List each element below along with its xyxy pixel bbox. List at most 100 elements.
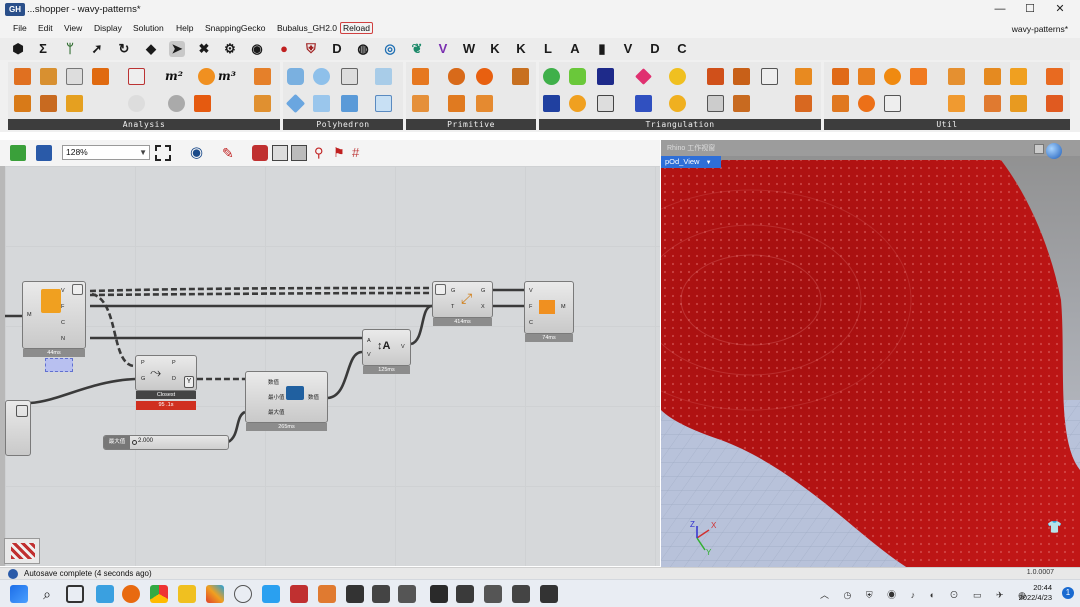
grasshopper-icon[interactable]: [540, 585, 558, 603]
transform-node[interactable]: G T ⤢ G X 414ms: [432, 281, 493, 326]
system-tray-icons[interactable]: ︿ ◷ ⛨ ◉ ♪ ◐ ⊙ ▭ ✈ ◍: [820, 588, 1032, 601]
hexagon-tab-icon[interactable]: ⬢: [10, 41, 26, 57]
leaf-tab-icon[interactable]: ❦: [409, 41, 425, 57]
globe-icon[interactable]: [1046, 143, 1062, 159]
rib-icon[interactable]: [14, 68, 31, 85]
port-in-v[interactable]: V: [529, 288, 533, 294]
port-in-max[interactable]: 最大值: [268, 408, 285, 416]
port-out-x[interactable]: X: [481, 304, 485, 310]
v-tab-icon[interactable]: V: [435, 41, 451, 57]
port-in-a[interactable]: A: [367, 338, 371, 344]
rib-icon[interactable]: [254, 95, 271, 112]
rib-icon[interactable]: [40, 68, 57, 85]
rib-icon[interactable]: [635, 95, 652, 112]
filter-icon[interactable]: ⚲: [314, 145, 330, 161]
rib-icon[interactable]: [168, 95, 185, 112]
menu-bubalus[interactable]: Bubalus_GH2.0: [277, 23, 337, 33]
rib-icon[interactable]: [448, 68, 465, 85]
rib-icon[interactable]: [512, 68, 529, 85]
rib-icon[interactable]: [412, 95, 429, 112]
partial-node-left[interactable]: [5, 400, 31, 456]
port-out-c[interactable]: C: [61, 320, 65, 326]
rhino-icon[interactable]: [398, 585, 416, 603]
port-out-m[interactable]: M: [561, 304, 566, 310]
transform-tab-icon[interactable]: ➤: [169, 41, 185, 57]
chrome-icon[interactable]: [150, 585, 168, 603]
port-in-f[interactable]: F: [529, 304, 532, 310]
file-explorer-icon[interactable]: [178, 585, 196, 603]
rib-icon[interactable]: [884, 68, 901, 85]
open-file-icon[interactable]: [10, 145, 26, 161]
rib-icon[interactable]: [40, 95, 57, 112]
task-view-icon[interactable]: [66, 585, 84, 603]
zoom-select[interactable]: 128% ▼: [62, 145, 150, 160]
taskbar-app-icon[interactable]: [318, 585, 336, 603]
rhino-icon[interactable]: [346, 585, 364, 603]
port-in-g[interactable]: G: [451, 288, 455, 294]
disable-icon[interactable]: ⚑: [333, 145, 349, 161]
rib-icon[interactable]: [14, 95, 31, 112]
rib-icon[interactable]: [832, 68, 849, 85]
number-slider[interactable]: 最大值 2.000: [103, 435, 229, 450]
tab-d[interactable]: D: [647, 41, 663, 57]
slider-grip-icon[interactable]: [132, 440, 137, 445]
search-icon[interactable]: ⌕: [38, 585, 56, 603]
hash-icon[interactable]: #: [352, 145, 368, 161]
viewport-maximize-icon[interactable]: [1034, 144, 1044, 154]
port-in-value[interactable]: 数值: [268, 378, 279, 386]
arrow-tab-icon[interactable]: ➚: [89, 41, 105, 57]
port-in-v[interactable]: V: [367, 352, 371, 358]
rib-icon[interactable]: [858, 68, 875, 85]
rhino-icon[interactable]: [372, 585, 390, 603]
intersect-tab-icon[interactable]: ✖: [196, 41, 212, 57]
rib-icon[interactable]: [341, 68, 358, 85]
zoom-extents-icon[interactable]: [155, 145, 171, 161]
shirt-icon[interactable]: 👕: [1047, 520, 1062, 534]
rib-icon[interactable]: [1010, 68, 1027, 85]
zui-icon[interactable]: [435, 284, 446, 295]
rib-icon[interactable]: [733, 95, 750, 112]
rib-icon[interactable]: [832, 95, 849, 112]
close-button[interactable]: ✕: [1050, 2, 1070, 17]
maximize-button[interactable]: ☐: [1020, 2, 1040, 17]
menu-view[interactable]: View: [64, 23, 82, 33]
port-in-t[interactable]: T: [451, 304, 454, 310]
menu-display[interactable]: Display: [94, 23, 122, 33]
rhino-icon[interactable]: [456, 585, 474, 603]
sketch-pen-icon[interactable]: ✎: [222, 145, 238, 161]
rib-icon[interactable]: [733, 68, 750, 85]
curve-tab-icon[interactable]: ↻: [116, 41, 132, 57]
tab-c[interactable]: C: [674, 41, 690, 57]
rib-icon[interactable]: [669, 68, 686, 85]
move-node[interactable]: A V ↕A V 125ms: [362, 329, 411, 374]
tab-l[interactable]: L: [540, 41, 556, 57]
d-tab-icon[interactable]: D: [329, 41, 345, 57]
port-out-g[interactable]: G: [481, 288, 485, 294]
rib-icon[interactable]: [476, 68, 493, 85]
rib-icon[interactable]: [254, 68, 271, 85]
rib-icon[interactable]: [984, 68, 1001, 85]
windows-start-icon[interactable]: [10, 585, 28, 603]
taskbar-app-icon[interactable]: [290, 585, 308, 603]
rib-icon[interactable]: [597, 68, 614, 85]
rhino-viewport[interactable]: Rhino 工作视窗 pOd_View ▼ X Z Y 👕: [661, 140, 1080, 570]
tab-w[interactable]: W: [461, 41, 477, 57]
rib-icon[interactable]: [92, 68, 109, 85]
sphere-tab-icon[interactable]: ◎: [382, 41, 398, 57]
rib-icon[interactable]: [569, 95, 586, 112]
rib-icon[interactable]: [412, 68, 429, 85]
menu-solution[interactable]: Solution: [133, 23, 164, 33]
rib-icon[interactable]: [128, 95, 145, 112]
wire-preview-icon[interactable]: [272, 145, 288, 161]
rib-icon[interactable]: [761, 68, 778, 85]
barrel-tab-icon[interactable]: ▮: [594, 41, 610, 57]
gear-tab-icon[interactable]: ⚙: [222, 41, 238, 57]
clock[interactable]: 20:44 2022/4/23: [1019, 583, 1052, 603]
rib-icon[interactable]: [569, 68, 586, 85]
rib-icon[interactable]: [128, 68, 145, 85]
sigma-tab-icon[interactable]: Σ: [35, 41, 51, 57]
rib-icon[interactable]: [198, 68, 215, 85]
rib-icon[interactable]: [66, 95, 83, 112]
rib-icon[interactable]: [476, 95, 493, 112]
rib-icon[interactable]: [858, 95, 875, 112]
